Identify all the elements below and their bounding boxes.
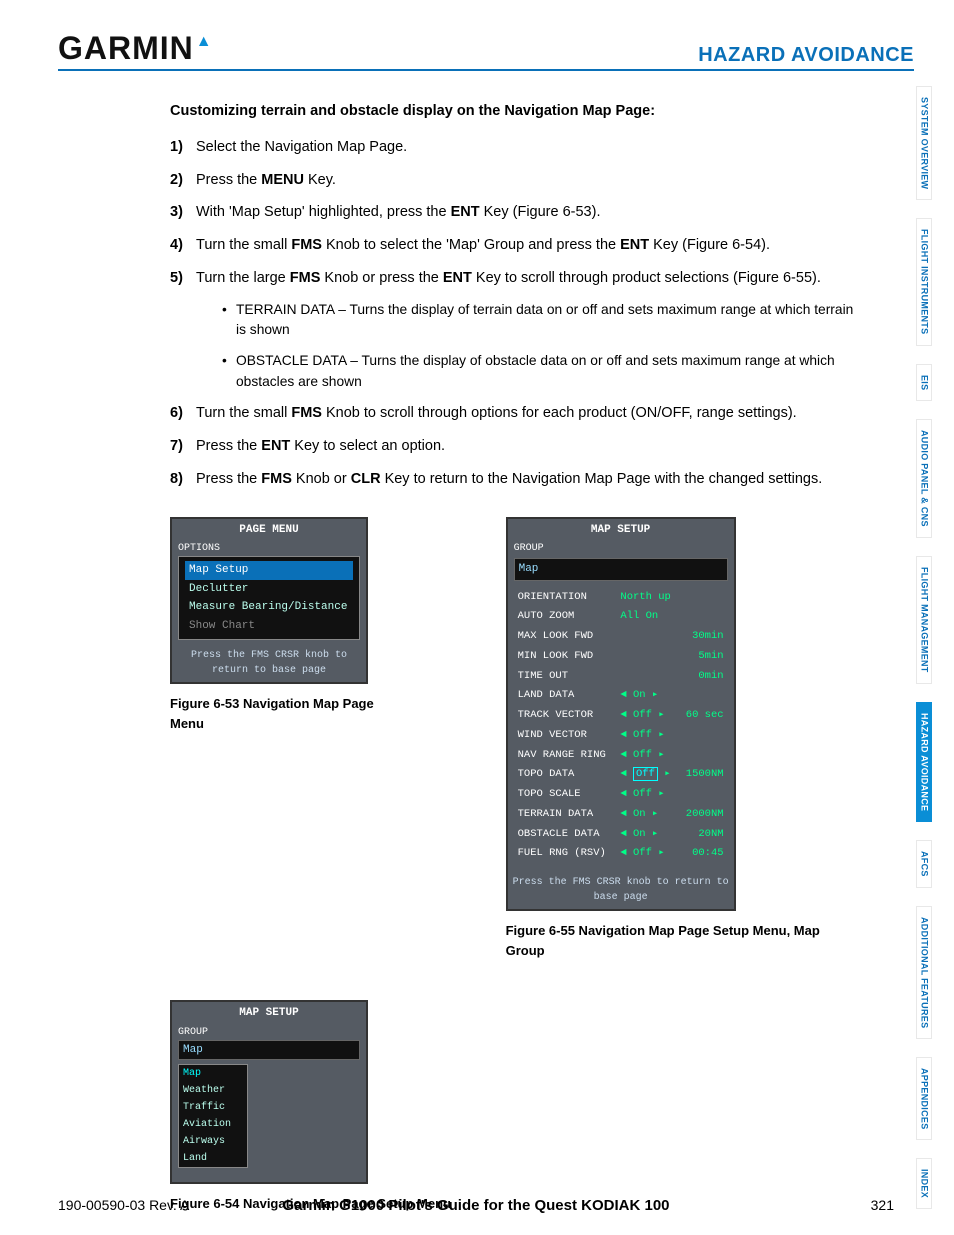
setup-row: TRACK VECTOR◄ Off ▸60 sec — [516, 707, 726, 725]
figure-55: MAP SETUP GROUP Map ORIENTATIONNorth upA… — [506, 517, 854, 961]
step-2: 2)Press the MENU Key. — [170, 170, 854, 192]
procedure-heading: Customizing terrain and obstacle display… — [170, 101, 854, 123]
panel-title: PAGE MENU — [172, 519, 366, 542]
dropdown-item: Map — [179, 1065, 247, 1082]
figure-caption: Figure 6-53 Navigation Map Page Menu — [170, 694, 406, 733]
garmin-logo: GARMIN▲ — [58, 30, 211, 67]
section-tab[interactable]: EIS — [916, 364, 932, 401]
group-selected: Map — [514, 558, 728, 581]
page-number: 321 — [871, 1197, 894, 1213]
setup-row: TIME OUT0min — [516, 668, 726, 686]
section-tab[interactable]: AFCS — [916, 840, 932, 888]
section-title: HAZARD AVOIDANCE — [698, 44, 914, 67]
dropdown-item: Weather — [179, 1082, 247, 1099]
group-dropdown: MapWeatherTrafficAviationAirwaysLand — [178, 1064, 248, 1168]
dropdown-item: Land — [179, 1150, 247, 1167]
section-tab[interactable]: INDEX — [916, 1158, 932, 1209]
step-7: 7)Press the ENT Key to select an option. — [170, 436, 854, 458]
panel-hint: Press the FMS CRSR knob to return to bas… — [172, 644, 366, 682]
dropdown-item: Traffic — [179, 1099, 247, 1116]
figure-54: MAP SETUP GROUP Map MapWeatherTrafficAvi… — [170, 1000, 451, 1214]
setup-row: LAND DATA◄ On ▸ — [516, 687, 726, 705]
step-8: 8)Press the FMS Knob or CLR Key to retur… — [170, 469, 854, 491]
figure-53: PAGE MENU OPTIONS Map SetupDeclutterMeas… — [170, 517, 406, 734]
logo-triangle-icon: ▲ — [196, 33, 213, 51]
setup-row: OBSTACLE DATA◄ On ▸20NM — [516, 826, 726, 844]
setup-row: TOPO DATA◄ Off ▸1500NM — [516, 766, 726, 784]
bullet-obstacle: OBSTACLE DATA – Turns the display of obs… — [222, 351, 854, 392]
page-header: GARMIN▲ HAZARD AVOIDANCE — [58, 30, 914, 71]
section-tab[interactable]: ADDITIONAL FEATURES — [916, 906, 932, 1039]
section-tab[interactable]: AUDIO PANEL & CNS — [916, 419, 932, 538]
setup-row: TERRAIN DATA◄ On ▸2000NM — [516, 806, 726, 824]
panel-group-label: OPTIONS — [172, 541, 366, 556]
map-setup-group-panel: MAP SETUP GROUP Map MapWeatherTrafficAvi… — [170, 1000, 368, 1184]
setup-row: ORIENTATIONNorth up — [516, 589, 726, 607]
section-tab[interactable]: FLIGHT INSTRUMENTS — [916, 218, 932, 345]
panel-hint: Press the FMS CRSR knob to return to bas… — [508, 871, 734, 909]
page-menu-panel: PAGE MENU OPTIONS Map SetupDeclutterMeas… — [170, 517, 368, 685]
menu-item: Show Chart — [185, 617, 353, 636]
setup-row: TOPO SCALE◄ Off ▸ — [516, 786, 726, 804]
step-4: 4)Turn the small FMS Knob to select the … — [170, 235, 854, 257]
step-6: 6)Turn the small FMS Knob to scroll thro… — [170, 403, 854, 425]
panel-group-label: GROUP — [508, 541, 734, 556]
setup-row: FUEL RNG (RSV)◄ Off ▸00:45 — [516, 845, 726, 863]
section-tab[interactable]: HAZARD AVOIDANCE — [916, 702, 932, 822]
logo-text: GARMIN — [58, 30, 194, 67]
dropdown-item: Aviation — [179, 1116, 247, 1133]
figure-caption: Figure 6-55 Navigation Map Page Setup Me… — [506, 921, 854, 960]
panel-title: MAP SETUP — [172, 1002, 366, 1025]
menu-item: Measure Bearing/Distance — [185, 598, 353, 617]
dropdown-item: Airways — [179, 1133, 247, 1150]
procedure-steps: 1)Select the Navigation Map Page. 2)Pres… — [170, 137, 854, 491]
setup-row: NAV RANGE RING◄ Off ▸ — [516, 747, 726, 765]
panel-title: MAP SETUP — [508, 519, 734, 542]
map-setup-table: ORIENTATIONNorth upAUTO ZOOMAll On MAX L… — [514, 587, 728, 866]
section-tab[interactable]: FLIGHT MANAGEMENT — [916, 556, 932, 684]
step-5: 5)Turn the large FMS Knob or press the E… — [170, 268, 854, 393]
main-content: Customizing terrain and obstacle display… — [58, 101, 914, 1214]
setup-row: AUTO ZOOMAll On — [516, 608, 726, 626]
menu-item: Declutter — [185, 580, 353, 599]
setup-row: MIN LOOK FWD5min — [516, 648, 726, 666]
section-tabs: SYSTEM OVERVIEW FLIGHT INSTRUMENTS EIS AUDI… — [916, 86, 946, 1227]
section-tab[interactable]: APPENDICES — [916, 1057, 932, 1141]
group-selected: Map — [178, 1040, 360, 1061]
bullet-terrain: TERRAIN DATA – Turns the display of terr… — [222, 300, 854, 341]
step-1: 1)Select the Navigation Map Page. — [170, 137, 854, 159]
step-3: 3)With 'Map Setup' highlighted, press th… — [170, 202, 854, 224]
map-setup-panel: MAP SETUP GROUP Map ORIENTATIONNorth upA… — [506, 517, 736, 912]
section-tab[interactable]: SYSTEM OVERVIEW — [916, 86, 932, 200]
setup-row: WIND VECTOR◄ Off ▸ — [516, 727, 726, 745]
doc-title: Garmin G1000 Pilot's Guide for the Quest… — [58, 1197, 894, 1214]
menu-item: Map Setup — [185, 561, 353, 580]
step-5-bullets: TERRAIN DATA – Turns the display of terr… — [196, 300, 854, 393]
setup-row: MAX LOOK FWD30min — [516, 628, 726, 646]
page-footer: 190-00590-03 Rev. A Garmin G1000 Pilot's… — [58, 1197, 894, 1213]
panel-group-label: GROUP — [172, 1025, 366, 1040]
